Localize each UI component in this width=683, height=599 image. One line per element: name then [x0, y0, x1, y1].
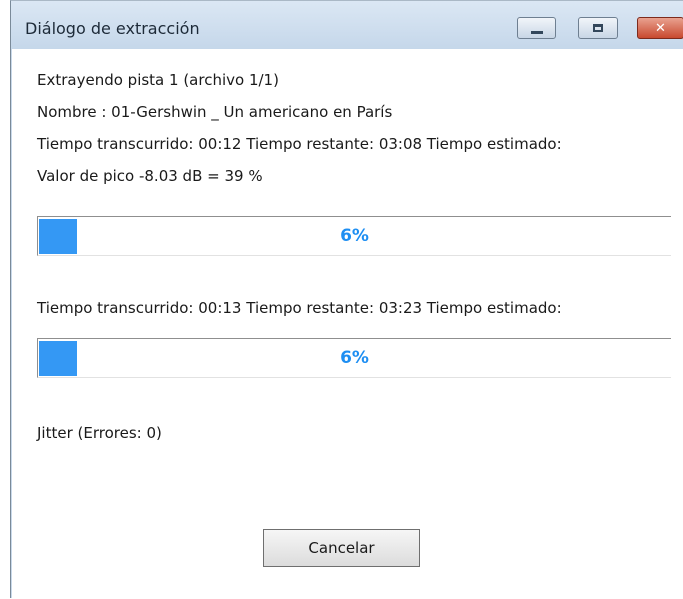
track-times: Tiempo transcurrido: 00:12 Tiempo restan…: [37, 135, 562, 153]
extraction-dialog: Diálogo de extracción ✕ Extrayendo pista…: [10, 0, 683, 599]
total-progress-label: 6%: [340, 348, 369, 368]
title-bar[interactable]: Diálogo de extracción ✕: [11, 1, 683, 49]
extracting-status: Extrayendo pista 1 (archivo 1/1): [37, 71, 279, 89]
close-icon: ✕: [655, 20, 666, 36]
dialog-body: Extrayendo pista 1 (archivo 1/1) Nombre …: [12, 49, 683, 599]
close-button[interactable]: ✕: [637, 17, 683, 39]
jitter-status: Jitter (Errores: 0): [37, 424, 162, 442]
total-times: Tiempo transcurrido: 00:13 Tiempo restan…: [37, 299, 562, 317]
maximize-button[interactable]: [578, 17, 618, 39]
minimize-icon: [530, 30, 543, 34]
peak-value: Valor de pico -8.03 dB = 39 %: [37, 167, 263, 185]
cancel-button[interactable]: Cancelar: [263, 529, 420, 567]
maximize-icon: [593, 24, 603, 32]
track-progress-label: 6%: [340, 226, 369, 246]
window-title: Diálogo de extracción: [25, 19, 200, 38]
track-name: Nombre : 01-Gershwin _ Un americano en P…: [37, 103, 393, 121]
minimize-button[interactable]: [517, 17, 556, 39]
track-progress-bar: 6%: [37, 216, 671, 256]
total-progress-bar: 6%: [37, 338, 671, 378]
